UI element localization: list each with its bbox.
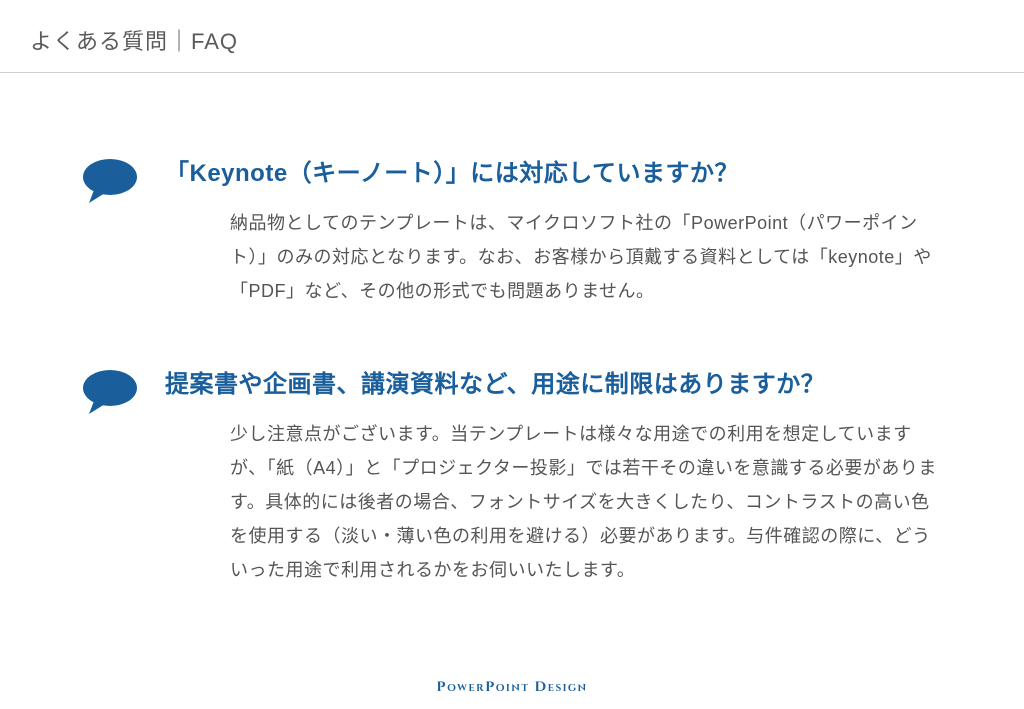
faq-item: 提案書や企画書、講演資料など、用途に制限はありますか？ 少し注意点がございます。…: [80, 364, 944, 588]
content: 「Keynote（キーノート）」には対応していますか？ 納品物としてのテンプレー…: [0, 73, 1024, 588]
faq-answer: 納品物としてのテンプレートは、マイクロソフト社の「PowerPoint（パワーポ…: [165, 206, 944, 309]
faq-question: 提案書や企画書、講演資料など、用途に制限はありますか？: [165, 364, 944, 399]
header: よくある質問｜FAQ: [0, 0, 1024, 73]
footer-brand: PowerPoint Design: [0, 678, 1024, 697]
chat-bubble-icon: [80, 368, 140, 418]
footer: PowerPoint Design: [0, 678, 1024, 697]
faq-question: 「Keynote（キーノート）」には対応していますか？: [165, 153, 944, 188]
faq-item: 「Keynote（キーノート）」には対応していますか？ 納品物としてのテンプレー…: [80, 153, 944, 309]
chat-bubble-icon: [80, 157, 140, 207]
faq-answer: 少し注意点がございます。当テンプレートは様々な用途での利用を想定していますが、「…: [165, 417, 944, 588]
faq-content: 「Keynote（キーノート）」には対応していますか？ 納品物としてのテンプレー…: [165, 153, 944, 309]
faq-content: 提案書や企画書、講演資料など、用途に制限はありますか？ 少し注意点がございます。…: [165, 364, 944, 588]
page-title: よくある質問｜FAQ: [30, 24, 994, 56]
